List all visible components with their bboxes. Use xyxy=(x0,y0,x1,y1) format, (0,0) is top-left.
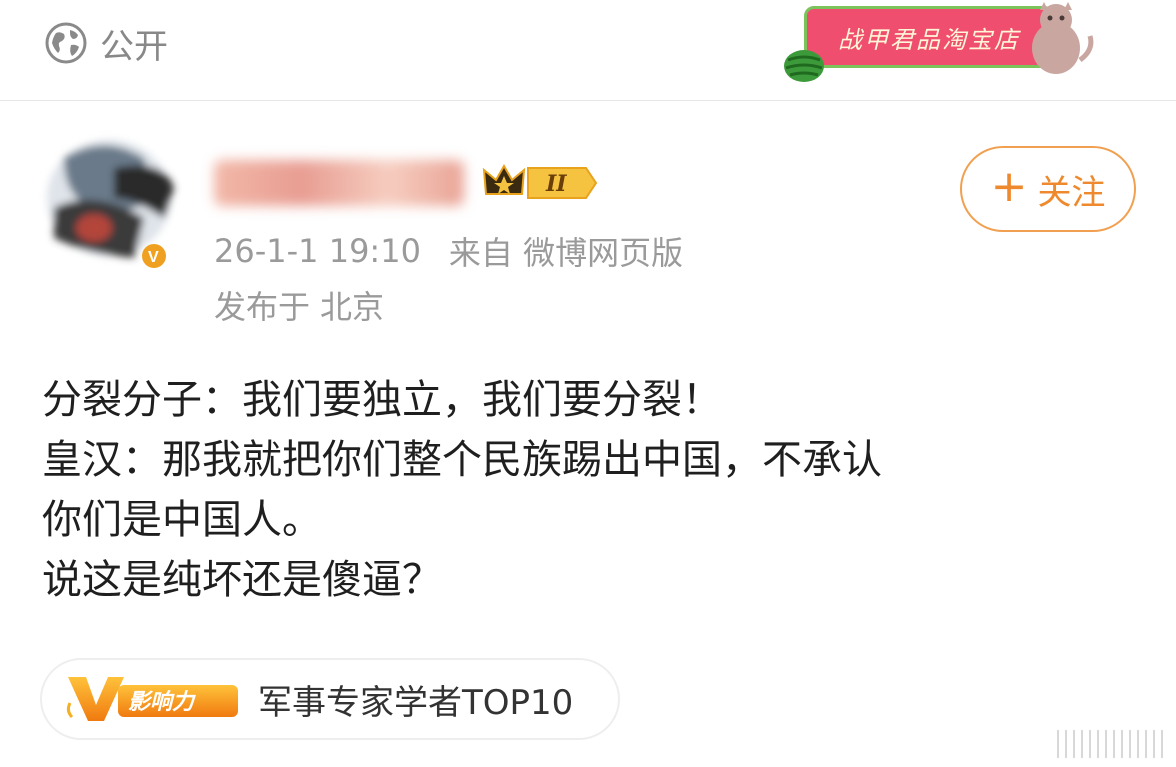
post-line: 你们是中国人。 xyxy=(42,497,322,543)
location-value: 北京 xyxy=(320,288,385,326)
visibility-indicator[interactable]: 公开 xyxy=(44,20,168,67)
post-content: 分裂分子：我们要独立，我们要分裂！ 皇汉：那我就把你们整个民族踢出中国，不承认 … xyxy=(42,370,1142,610)
shop-label: 战甲君品淘宝店 xyxy=(838,25,1020,54)
follow-label: 关注 xyxy=(1037,172,1106,213)
mascot-icon xyxy=(1032,2,1094,74)
globe-icon xyxy=(45,22,87,64)
post-line: 分裂分子：我们要独立，我们要分裂！ xyxy=(42,377,722,423)
post-meta: 26-1-1 19:10 来自 微博网页版 xyxy=(214,228,683,274)
watermelon-icon xyxy=(784,50,824,82)
member-crown-badge[interactable]: II xyxy=(478,158,602,208)
post-line: 说这是纯坏还是傻逼？ xyxy=(42,557,442,603)
post-line: 皇汉：那我就把你们整个民族踢出中国，不承认 xyxy=(42,437,882,483)
username-blurred[interactable] xyxy=(214,160,464,206)
avatar[interactable]: V xyxy=(34,128,184,268)
post-location: 发布于 北京 xyxy=(214,282,384,328)
influence-tag[interactable]: 影响力 军事专家学者TOP10 xyxy=(40,658,620,740)
weibo-post-page: 公开 战甲君品淘宝店 V II + 关注 26-1-1 19:10 来自 微博网… xyxy=(0,0,1176,767)
influence-v-icon: 影响力 xyxy=(66,677,238,721)
top-bar: 公开 战甲君品淘宝店 xyxy=(0,0,1176,101)
post-source[interactable]: 来自 微博网页版 xyxy=(449,228,683,274)
influence-logo-text: 影响力 xyxy=(128,690,196,715)
location-prefix: 发布于 xyxy=(214,288,311,326)
plus-icon: + xyxy=(990,161,1028,212)
svg-text:V: V xyxy=(148,249,159,266)
post-timestamp: 26-1-1 19:10 xyxy=(214,232,421,270)
influence-label: 军事专家学者TOP10 xyxy=(258,682,574,723)
follow-button[interactable]: + 关注 xyxy=(960,146,1136,232)
badge-level: II xyxy=(545,171,567,197)
visibility-label: 公开 xyxy=(100,26,168,67)
shop-banner[interactable]: 战甲君品淘宝店 xyxy=(776,0,1096,90)
watermark-lines-icon xyxy=(1057,730,1163,758)
